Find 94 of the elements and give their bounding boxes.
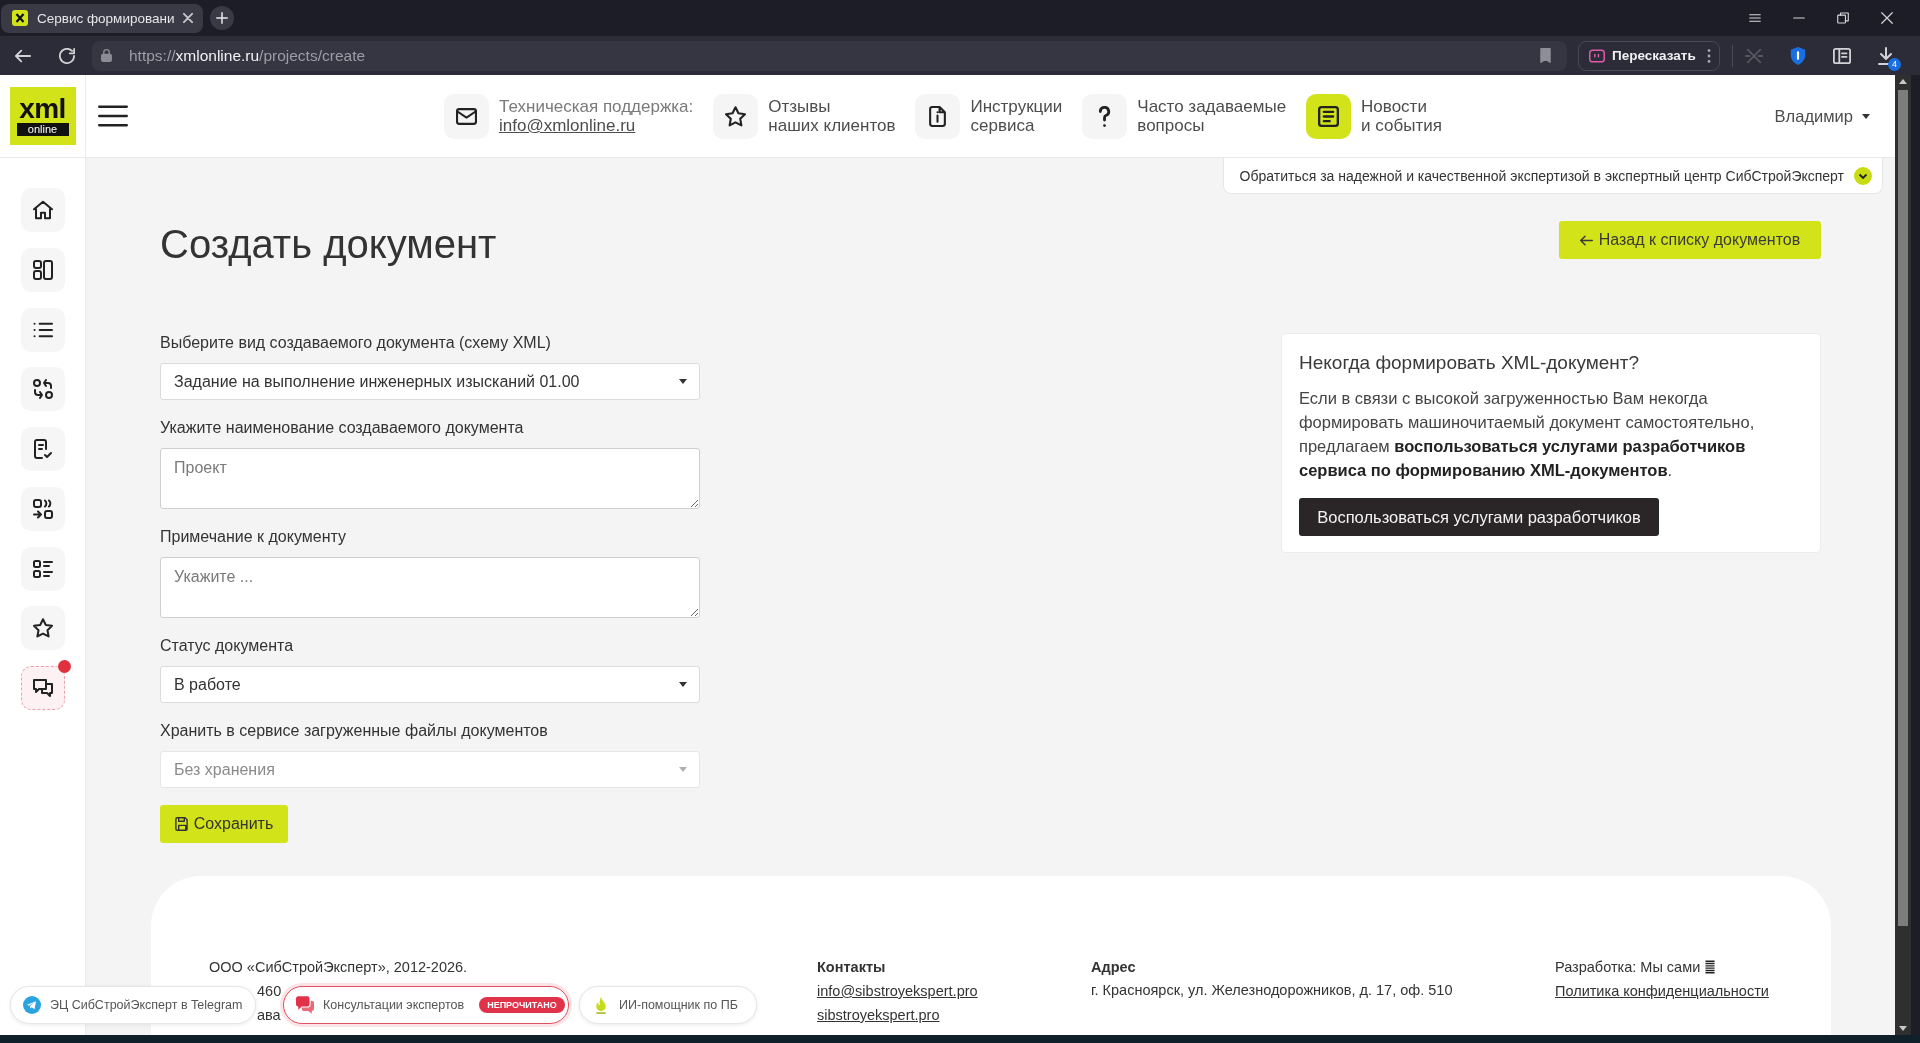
save-icon xyxy=(174,817,188,831)
exchange-icon xyxy=(32,379,53,400)
star-icon xyxy=(32,618,53,639)
close-icon[interactable] xyxy=(1881,12,1893,24)
contact-link[interactable]: info@sibstroyekspert.pro xyxy=(817,979,978,1003)
logo-text: xml xyxy=(19,96,66,121)
sidebar-button[interactable] xyxy=(20,486,65,531)
menu-icon xyxy=(98,105,128,127)
scroll-down-arrow-icon[interactable] xyxy=(1899,1026,1907,1031)
arrow-left-icon xyxy=(1579,234,1593,246)
scroll-up-arrow-icon[interactable] xyxy=(1899,79,1907,84)
telegram-icon xyxy=(23,996,41,1014)
menu-icon[interactable] xyxy=(1749,12,1761,24)
scrollbar[interactable] xyxy=(1895,75,1911,1035)
news-link[interactable]: Новости и события xyxy=(1306,93,1442,139)
layout-icon xyxy=(32,259,53,280)
home-icon xyxy=(32,200,53,220)
sidebar-button[interactable] xyxy=(20,247,65,292)
instructions-link[interactable]: Инструкции сервиса xyxy=(915,93,1063,139)
sidebar-button[interactable] xyxy=(20,606,65,651)
chat-icon xyxy=(32,678,53,698)
sidebar-button[interactable] xyxy=(20,546,65,591)
sidebar-button[interactable] xyxy=(20,427,65,471)
text-area-field[interactable]: Проект xyxy=(160,448,700,509)
logo[interactable]: xml online xyxy=(9,87,76,145)
convert-icon xyxy=(32,498,53,519)
address-field[interactable]: https://xmlonline.ru/projects/create xyxy=(92,40,1567,71)
page-title: Создать документ xyxy=(160,224,497,264)
caret-icon xyxy=(679,379,687,384)
caret-icon xyxy=(679,682,687,687)
notification-dot-icon xyxy=(57,660,71,673)
chat-bubbles-icon xyxy=(296,996,314,1014)
copyright-text: ООО «СибСтройЭксперт», 2012-2026. xyxy=(209,958,468,977)
field-label: Выберите вид создаваемого документа (схему XML) xyxy=(160,333,552,353)
download-count-badge: 4 xyxy=(1888,57,1901,71)
back-icon[interactable] xyxy=(15,47,31,64)
contact-link[interactable]: sibstroyekspert.pro xyxy=(817,1003,940,1027)
reviews-link[interactable]: Отзывы наших клиентов xyxy=(713,93,896,139)
field-label: Хранить в сервисе загруженные файлы документов xyxy=(160,721,549,741)
caret-icon xyxy=(1862,113,1870,119)
address-heading: Адрес xyxy=(1091,958,1136,977)
faq-link[interactable]: Часто задаваемые вопросы xyxy=(1082,93,1287,139)
card-title: Некогда формировать XML-документ? xyxy=(1299,351,1641,375)
browser-tab[interactable]: Сервис формировани xyxy=(1,3,204,33)
reload-icon[interactable] xyxy=(59,47,75,64)
consultation-button[interactable]: Консультации экспертов НЕПРОЧИТАНО xyxy=(283,986,569,1024)
sidebar-button[interactable] xyxy=(20,367,65,412)
sidebar-button[interactable] xyxy=(20,666,65,710)
download-icon[interactable] xyxy=(1877,46,1895,65)
footer-text-fragment: ава xyxy=(257,1006,281,1025)
document-check-icon xyxy=(32,439,53,459)
new-tab-button[interactable] xyxy=(210,6,235,30)
sidebar-button[interactable] xyxy=(20,307,65,352)
telegram-button[interactable]: ЭЦ СибСтройЭксперт в Telegram xyxy=(10,986,256,1024)
expertise-banner-link[interactable]: Обратиться за надежной и качественной экспертизой в экспертный центр СибСтройЭксперт xyxy=(1222,158,1883,194)
chevron-down-icon xyxy=(1854,166,1872,185)
field-label: Статус документа xyxy=(160,636,295,656)
favicon-icon xyxy=(12,10,28,26)
shield-icon[interactable] xyxy=(1789,46,1807,65)
bookmark-icon[interactable] xyxy=(1540,48,1551,63)
dropdown-field[interactable]: Задание на выполнение инженерных изысканий 01.00 xyxy=(160,363,700,400)
user-menu-button[interactable]: Владимир xyxy=(1774,106,1870,126)
more-icon[interactable] xyxy=(1707,48,1711,63)
address-text: г. Красноярск, ул. Железнодорожников, д. 17, оф. 510 xyxy=(1091,981,1453,1000)
scrollbar-thumb[interactable] xyxy=(1898,90,1908,926)
assistant-button[interactable]: ИИ-помощник по ПБ xyxy=(579,986,757,1024)
dropdown-field[interactable]: В работе xyxy=(160,666,700,703)
quote-icon xyxy=(1589,48,1605,63)
privacy-policy-link[interactable]: Политика конфиденциальности xyxy=(1555,979,1769,1003)
footer-text-fragment: 460 xyxy=(257,982,282,1001)
sidebar-button[interactable] xyxy=(20,188,65,232)
plus-icon xyxy=(216,12,229,24)
save-button[interactable]: Сохранить xyxy=(160,805,288,843)
email-link[interactable]: info@xmlonline.ru xyxy=(499,116,694,135)
developer-credit: Разработка: Мы сами xyxy=(1555,958,1701,977)
logo-subtext: online xyxy=(16,123,69,136)
contacts-heading: Контакты xyxy=(817,958,886,977)
stacked-lines-icon xyxy=(1705,960,1716,974)
menu-button[interactable] xyxy=(98,105,128,127)
restore-icon[interactable] xyxy=(1837,12,1849,24)
back-button[interactable]: Назад к списку документов xyxy=(1559,221,1821,259)
panel-icon[interactable] xyxy=(1833,46,1851,65)
card-text: Если в связи с высокой загруженностью Вам некогда формировать машиночитаемый документ самостоятельно, предлагаем воспользоваться услугами разработчиков сервиса по формированию XML-документов. xyxy=(1299,388,1756,481)
field-label: Укажите наименование создаваемого документа xyxy=(160,418,525,438)
developer-services-button[interactable]: Воспользоваться услугами разработчиков xyxy=(1299,498,1659,536)
summarize-button[interactable]: Пересказать xyxy=(1578,40,1720,71)
text-area-field[interactable]: Укажите ... xyxy=(160,557,700,618)
checklist-icon xyxy=(32,558,53,579)
unread-badge: НЕПРОЧИТАНО xyxy=(479,997,565,1013)
support-label: Техническая поддержка: xyxy=(499,97,694,116)
field-label: Примечание к документу xyxy=(160,527,347,547)
close-icon[interactable] xyxy=(183,13,194,23)
lock-icon xyxy=(101,49,112,62)
caret-icon xyxy=(679,767,687,772)
